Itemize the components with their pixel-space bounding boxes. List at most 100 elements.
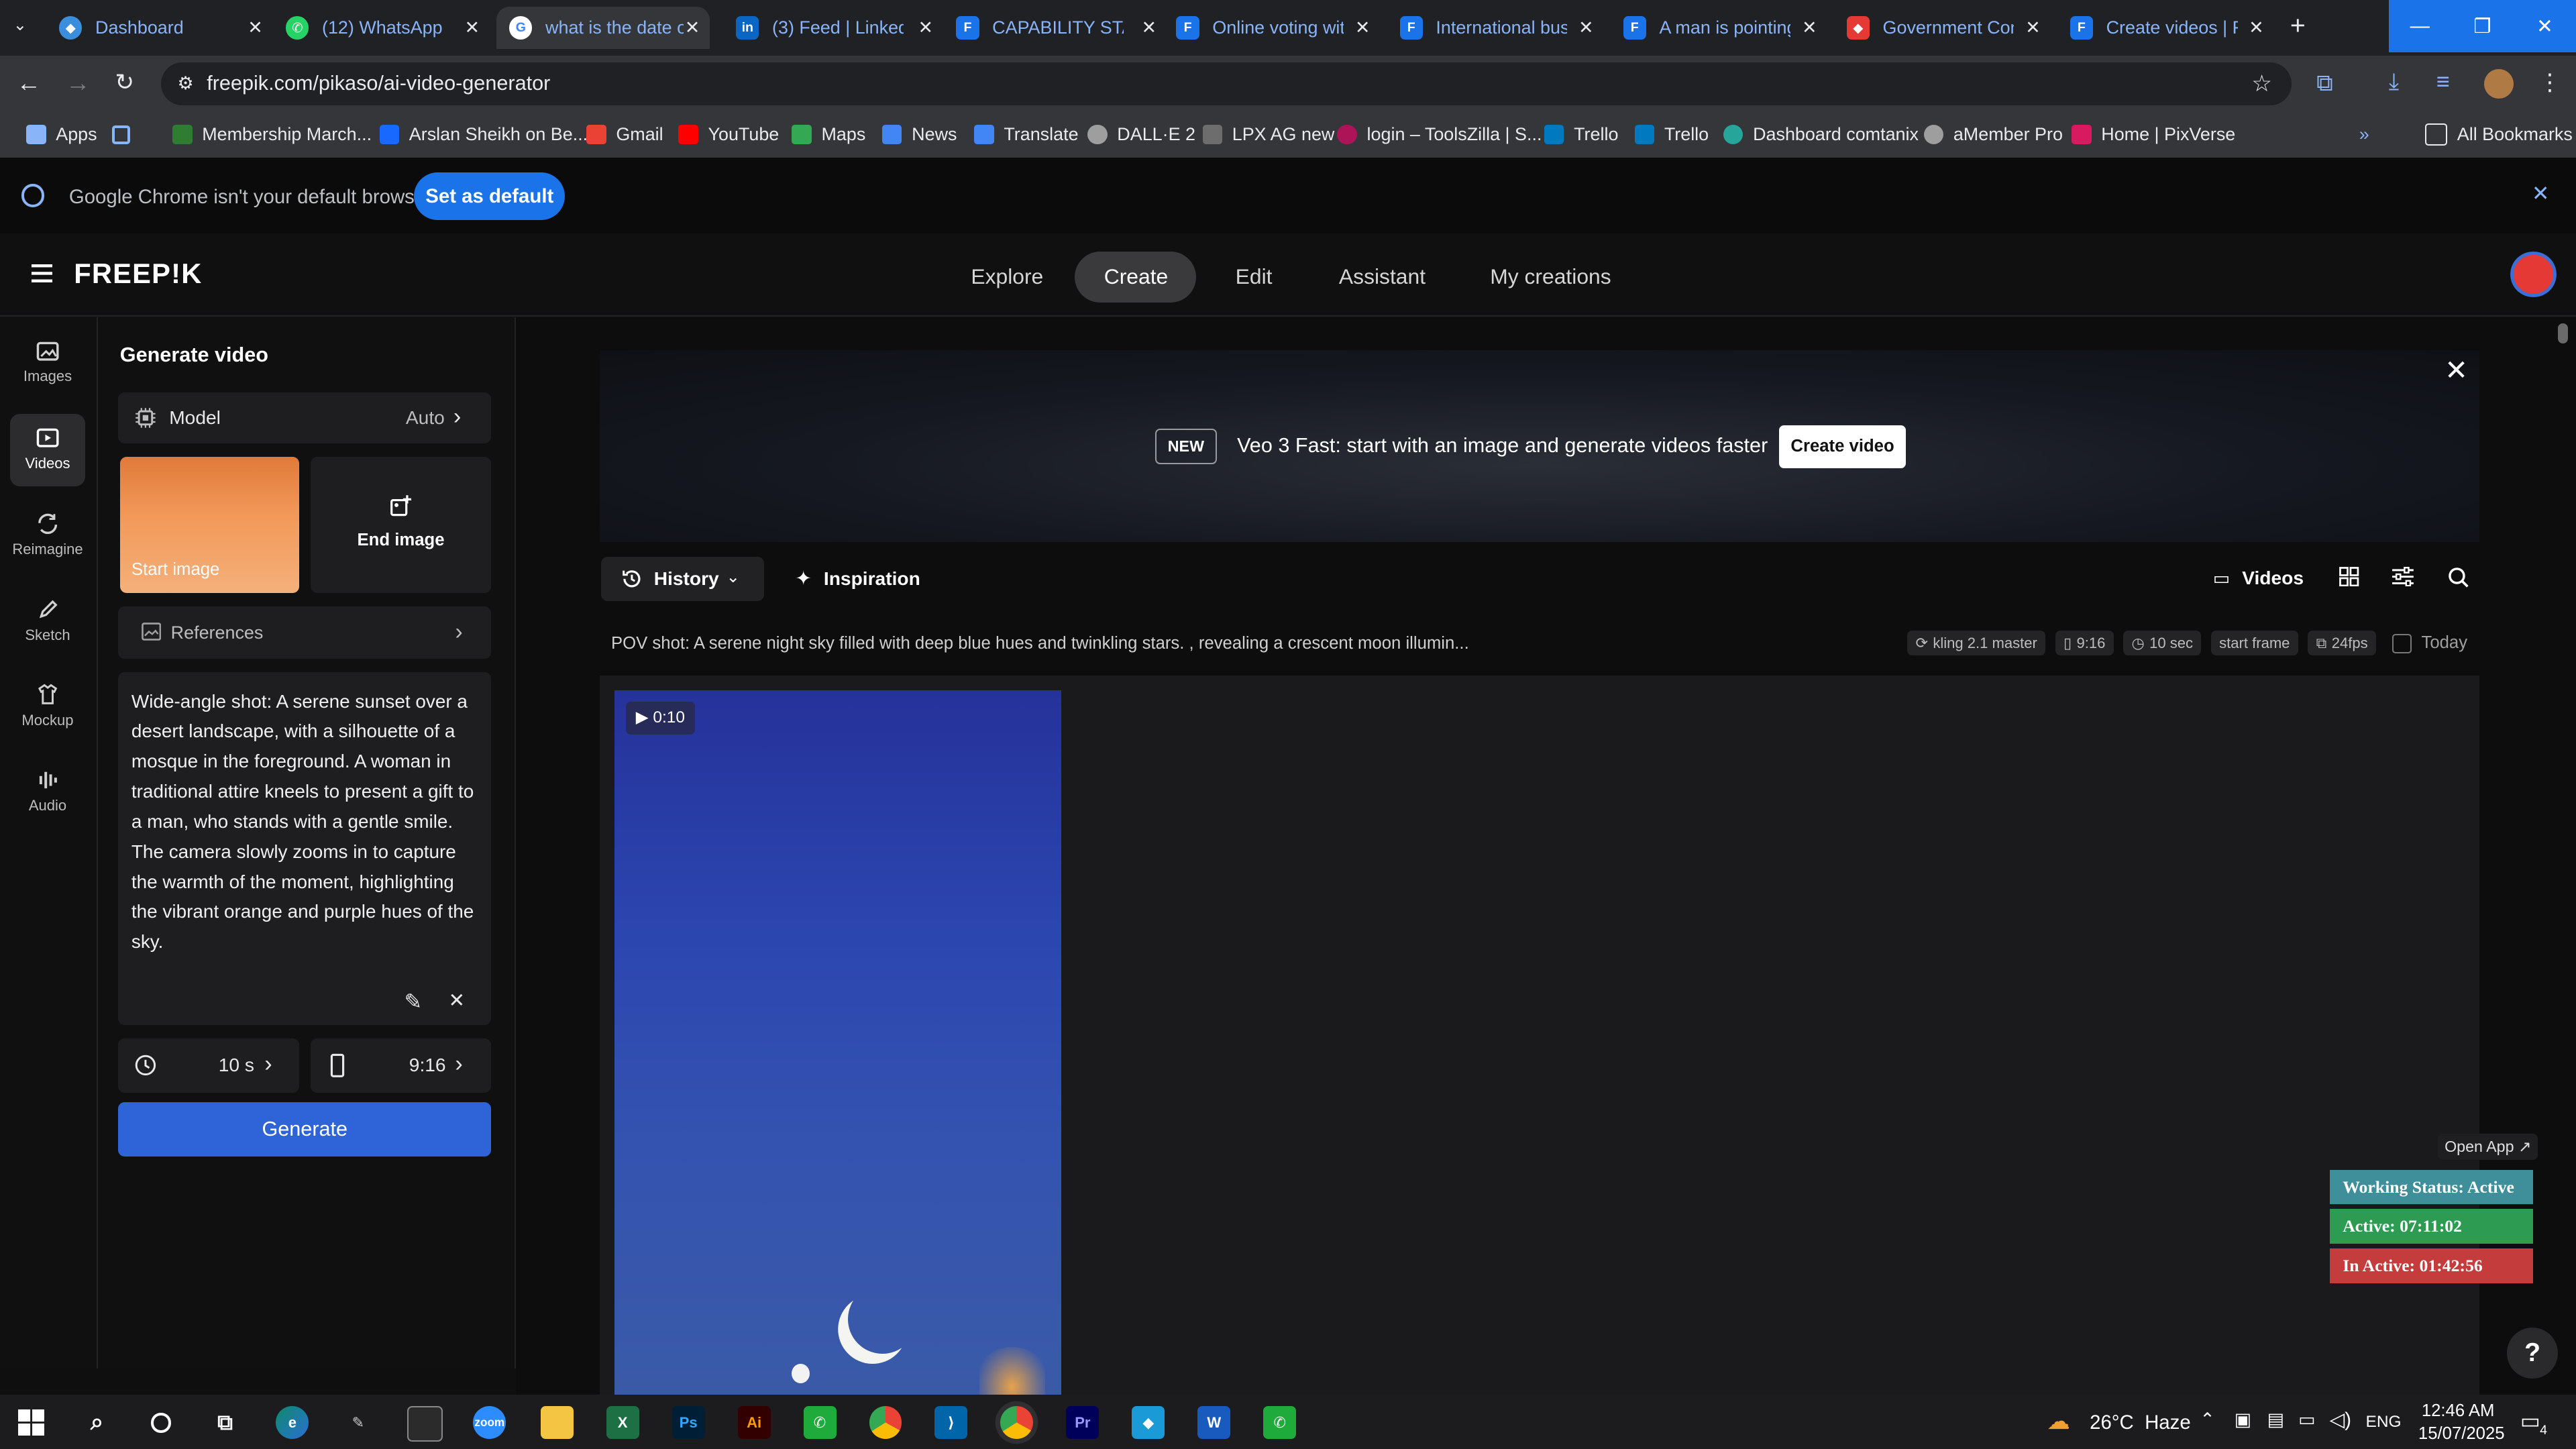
filter-sliders-icon[interactable] — [2392, 566, 2414, 587]
bookmark-item[interactable]: News — [882, 121, 957, 148]
rail-videos[interactable]: Videos — [9, 414, 86, 486]
pen-tool-icon[interactable]: ✎ — [341, 1406, 374, 1439]
browser-tab[interactable]: in (3) Feed | LinkedI ✕ — [736, 7, 933, 50]
word-icon[interactable]: W — [1197, 1406, 1231, 1440]
chrome-menu-icon[interactable]: ⋮ — [2538, 69, 2561, 96]
bookmark-grid[interactable] — [111, 121, 140, 148]
browser-tab[interactable]: F International busi ✕ — [1399, 7, 1594, 50]
all-bookmarks[interactable]: All Bookmarks — [2424, 121, 2573, 148]
magic-wand-icon[interactable]: ✎ — [404, 989, 422, 1014]
media-controls-icon[interactable]: ≡ — [2436, 69, 2450, 95]
address-bar[interactable]: ⚙ freepik.com/pikaso/ai-video-generator … — [161, 62, 2292, 105]
phone-app-icon[interactable]: ✆ — [803, 1406, 837, 1440]
file-explorer-icon[interactable] — [540, 1406, 574, 1440]
references-selector[interactable]: References › — [118, 606, 492, 659]
clock-time[interactable]: 12:46 AM — [2422, 1401, 2495, 1421]
bookmark-apps[interactable]: Apps — [26, 121, 97, 148]
create-video-button[interactable]: Create video — [1779, 425, 1906, 468]
forward-icon[interactable]: → — [66, 69, 91, 97]
browser-tab[interactable]: F Create videos | Fr ✕ — [2070, 7, 2264, 50]
browser-tab[interactable]: ◆ Dashboard ✕ — [59, 7, 263, 50]
tab-close-icon[interactable]: ✕ — [248, 17, 263, 38]
nav-my-creations[interactable]: My creations — [1460, 252, 1641, 303]
vscode-icon[interactable]: ⟩ — [934, 1406, 968, 1440]
nav-explore[interactable]: Explore — [941, 252, 1073, 303]
app-icon[interactable]: ◆ — [1132, 1406, 1165, 1440]
terminal-icon[interactable] — [407, 1406, 443, 1442]
bookmark-item[interactable]: Membership March... — [172, 121, 372, 148]
scrollbar-track[interactable] — [2553, 317, 2576, 1395]
banner-close-icon[interactable]: ✕ — [2445, 354, 2468, 386]
history-prompt-text[interactable]: POV shot: A serene night sky filled with… — [611, 634, 1469, 653]
restore-icon[interactable]: ❐ — [2451, 0, 2514, 53]
downloads-icon[interactable]: ⤓ — [2389, 69, 2399, 95]
nav-edit[interactable]: Edit — [1206, 252, 1302, 303]
illustrator-icon[interactable]: Ai — [737, 1406, 771, 1440]
volume-icon[interactable]: ◁) — [2330, 1408, 2351, 1432]
chrome-icon[interactable] — [869, 1406, 902, 1440]
browser-tab[interactable]: F Online voting wit ✕ — [1176, 7, 1370, 50]
tab-close-icon[interactable]: ✕ — [1802, 17, 1817, 38]
videos-filter[interactable]: ▭ Videos — [2213, 567, 2304, 590]
bookmark-item[interactable]: Trello — [1634, 121, 1709, 148]
search-icon[interactable] — [2448, 567, 2469, 588]
set-as-default-button[interactable]: Set as default — [414, 172, 566, 221]
bookmark-item[interactable]: YouTube — [678, 121, 779, 148]
end-image-slot[interactable]: End image — [310, 456, 492, 594]
bookmark-star-icon[interactable]: ☆ — [2251, 70, 2272, 97]
cortana-icon[interactable] — [145, 1406, 178, 1439]
photoshop-icon[interactable]: Ps — [672, 1406, 705, 1440]
select-checkbox[interactable] — [2392, 634, 2412, 653]
video-thumbnail[interactable]: ▶ 0:10 — [614, 690, 1062, 1395]
clear-prompt-icon[interactable]: ✕ — [449, 989, 466, 1012]
close-window-icon[interactable]: ✕ — [2513, 0, 2576, 53]
grid-view-icon[interactable] — [2339, 567, 2359, 587]
rail-images[interactable]: Images — [10, 327, 86, 399]
weather-icon[interactable]: ☁ — [2047, 1408, 2070, 1435]
profile-avatar[interactable] — [2483, 68, 2514, 99]
generate-button[interactable]: Generate — [118, 1102, 492, 1157]
new-tab-icon[interactable]: + — [2290, 11, 2306, 41]
hamburger-menu-icon[interactable] — [31, 264, 53, 283]
bookmark-item[interactable]: aMember Pro — [1923, 121, 2063, 148]
model-selector[interactable]: Model Auto › — [118, 392, 492, 444]
extensions-icon[interactable]: ⧉ — [2316, 70, 2332, 97]
inspiration-tab[interactable]: ✦ Inspiration — [795, 567, 920, 590]
help-icon[interactable]: ? — [2507, 1327, 2559, 1379]
language-indicator[interactable]: ENG — [2366, 1413, 2402, 1432]
premiere-icon[interactable]: Pr — [1066, 1406, 1099, 1440]
bookmark-item[interactable]: login – ToolsZilla | S... — [1337, 121, 1542, 148]
chrome-active-icon[interactable] — [1000, 1406, 1034, 1440]
bookmark-item[interactable]: Translate — [974, 121, 1079, 148]
bookmark-item[interactable]: Maps — [792, 121, 865, 148]
network-icon[interactable]: ▭ — [2298, 1409, 2315, 1430]
back-icon[interactable]: ← — [16, 69, 41, 97]
tray-chevron-icon[interactable]: ⌃ — [2200, 1409, 2215, 1430]
tab-close-icon[interactable]: ✕ — [685, 17, 700, 38]
weather-text[interactable]: 26°C Haze — [2090, 1411, 2191, 1434]
browser-tab[interactable]: F A man is pointing ✕ — [1623, 7, 1817, 50]
rail-reimagine[interactable]: Reimagine — [10, 499, 86, 572]
history-dropdown[interactable]: History ⌄ — [601, 557, 764, 602]
bookmark-item[interactable]: Home | PixVerse — [2072, 121, 2235, 148]
tab-close-icon[interactable]: ✕ — [2025, 17, 2041, 38]
tab-search-button[interactable]: ⌄ — [13, 15, 28, 35]
bookmark-item[interactable]: LPX AG new — [1202, 121, 1334, 148]
browser-tab[interactable]: F CAPABILITY STATE ✕ — [956, 7, 1157, 50]
more-bookmarks-icon[interactable]: » — [2359, 121, 2369, 148]
freepik-logo[interactable]: FREEP!K — [74, 258, 202, 290]
browser-tab[interactable]: ✆ (12) WhatsApp ✕ — [286, 7, 480, 50]
rail-sketch[interactable]: Sketch — [10, 585, 86, 657]
browser-tab-active[interactable]: G what is the date o ✕ — [496, 6, 710, 50]
tab-close-icon[interactable]: ✕ — [1355, 17, 1371, 38]
tray-app-icon[interactable]: ▤ — [2267, 1409, 2284, 1430]
tab-close-icon[interactable]: ✕ — [1142, 17, 1157, 38]
rail-mockup[interactable]: Mockup — [10, 670, 86, 743]
prompt-textarea[interactable]: Wide-angle shot: A serene sunset over a … — [118, 672, 492, 1026]
site-info-icon[interactable]: ⚙ — [177, 73, 193, 94]
nav-create[interactable]: Create — [1074, 251, 1196, 303]
browser-tab[interactable]: ◆ Government Cont ✕ — [1846, 7, 2041, 50]
bookmark-item[interactable]: Arslan Sheikh on Be... — [379, 121, 588, 148]
notifications-icon[interactable]: ▭ — [2520, 1408, 2540, 1434]
windows-start-icon[interactable] — [17, 1409, 45, 1436]
